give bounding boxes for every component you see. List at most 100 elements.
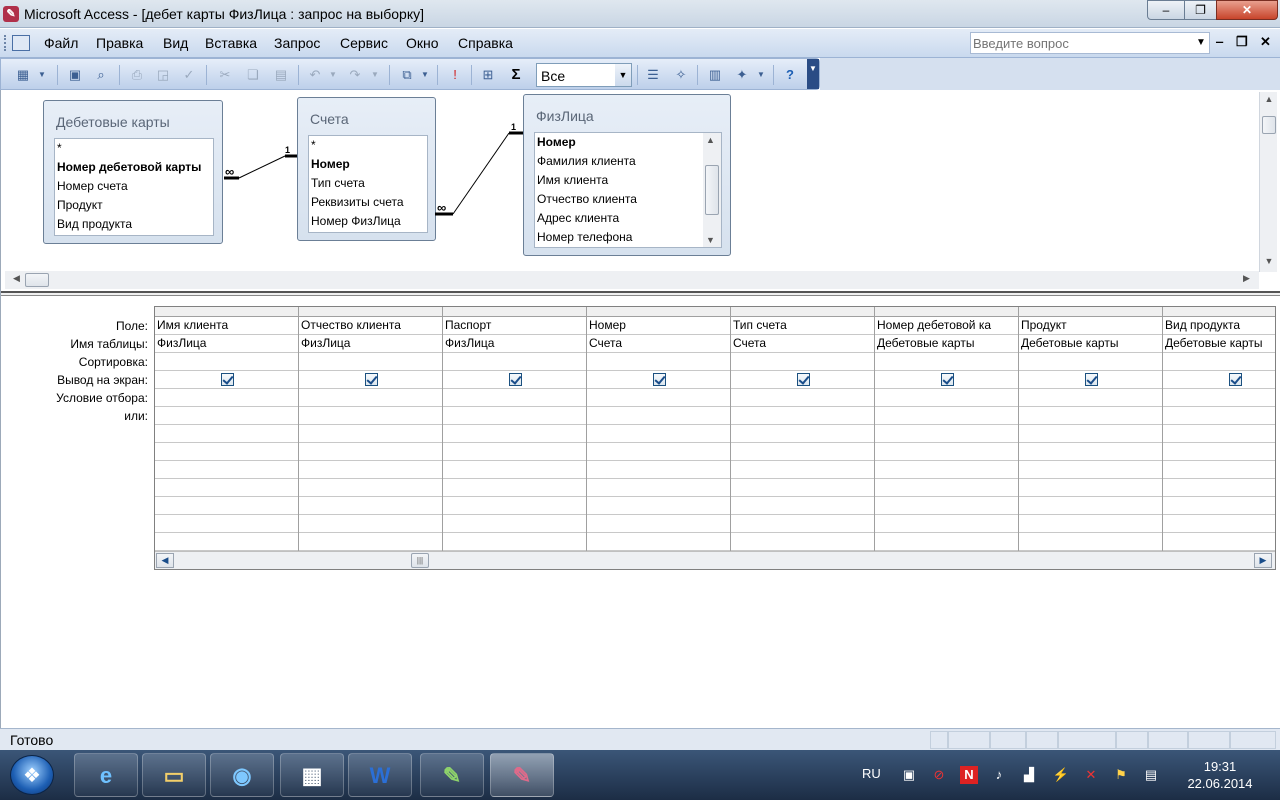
- run-query-icon[interactable]: !: [445, 65, 465, 85]
- sort-cell[interactable]: [731, 353, 874, 371]
- calendar-app-icon[interactable]: ▦: [280, 753, 344, 797]
- empty-criteria-cell[interactable]: [731, 443, 874, 461]
- field-cell[interactable]: Паспорт: [443, 317, 586, 335]
- show-checkbox[interactable]: [221, 373, 234, 386]
- access-taskbar-icon[interactable]: ✎: [490, 753, 554, 797]
- menu-file[interactable]: Файл: [44, 35, 78, 51]
- show-checkbox[interactable]: [653, 373, 666, 386]
- minimize-button[interactable]: ‒: [1147, 0, 1185, 20]
- file-explorer-icon[interactable]: ▭: [142, 753, 206, 797]
- word-icon[interactable]: W: [348, 753, 412, 797]
- empty-criteria-cell[interactable]: [443, 497, 586, 515]
- start-button[interactable]: ❖: [10, 755, 54, 795]
- action-center-icon[interactable]: ⚑: [1112, 766, 1130, 784]
- document-restore-button[interactable]: ❐: [1236, 34, 1248, 50]
- table-pane-vertical-scrollbar[interactable]: ▲ ▼: [1259, 92, 1277, 272]
- show-table-icon[interactable]: ⊞: [478, 65, 498, 85]
- tray-app-icon[interactable]: ▣: [900, 766, 918, 784]
- query-type-icon[interactable]: ⧉: [397, 65, 417, 85]
- or-criteria-cell[interactable]: [731, 407, 874, 425]
- notepad-icon[interactable]: ✎: [420, 753, 484, 797]
- help-question-input[interactable]: [973, 35, 1195, 51]
- field-cell[interactable]: Тип счета: [731, 317, 874, 335]
- column-selector[interactable]: [1019, 307, 1162, 317]
- menu-insert[interactable]: Вставка: [205, 35, 257, 51]
- scroll-left-arrow-icon[interactable]: ◀: [13, 273, 20, 284]
- access-app-icon[interactable]: ✎: [3, 6, 19, 22]
- print-preview-icon[interactable]: ◲: [153, 65, 173, 85]
- empty-criteria-cell[interactable]: [731, 461, 874, 479]
- empty-criteria-cell[interactable]: [875, 479, 1018, 497]
- scroll-up-arrow-icon[interactable]: ▲: [1260, 94, 1278, 108]
- column-selector[interactable]: [299, 307, 442, 317]
- pane-splitter[interactable]: [1, 291, 1280, 296]
- criteria-cell[interactable]: [875, 389, 1018, 407]
- field-cell[interactable]: Номер дебетовой ка: [875, 317, 1018, 335]
- document-window-icon[interactable]: [12, 35, 30, 51]
- table-cell[interactable]: ФизЛица: [155, 335, 298, 353]
- table-cell[interactable]: Дебетовые карты: [875, 335, 1018, 353]
- tray-n-icon[interactable]: N: [960, 766, 978, 784]
- sort-cell[interactable]: [155, 353, 298, 371]
- relationship-accounts-individuals[interactable]: ∞ 1: [435, 122, 523, 216]
- show-checkbox[interactable]: [1229, 373, 1242, 386]
- menu-edit[interactable]: Правка: [96, 35, 143, 51]
- new-object-dropdown-icon[interactable]: ▼: [755, 65, 767, 85]
- menu-help[interactable]: Справка: [458, 35, 513, 51]
- empty-criteria-cell[interactable]: [731, 479, 874, 497]
- new-object-icon[interactable]: ✦: [732, 65, 752, 85]
- empty-criteria-cell[interactable]: [587, 533, 730, 551]
- column-selector[interactable]: [875, 307, 1018, 317]
- scrollbar-thumb[interactable]: |||: [411, 553, 429, 568]
- empty-criteria-cell[interactable]: [443, 425, 586, 443]
- or-criteria-cell[interactable]: [875, 407, 1018, 425]
- view-datasheet-icon[interactable]: ▦: [13, 65, 33, 85]
- empty-criteria-cell[interactable]: [731, 497, 874, 515]
- tray-monitor-icon[interactable]: ▤: [1142, 766, 1160, 784]
- field-cell[interactable]: Имя клиента: [155, 317, 298, 335]
- sort-cell[interactable]: [299, 353, 442, 371]
- empty-criteria-cell[interactable]: [731, 425, 874, 443]
- volume-icon[interactable]: ♪: [990, 766, 1008, 784]
- file-search-icon[interactable]: ⌕: [91, 65, 111, 85]
- empty-criteria-cell[interactable]: [155, 533, 298, 551]
- relationship-debit-cards-accounts[interactable]: ∞ 1: [224, 145, 297, 180]
- properties-icon[interactable]: ☰: [643, 65, 663, 85]
- maximize-button[interactable]: ❐: [1184, 0, 1217, 20]
- empty-criteria-cell[interactable]: [1019, 461, 1162, 479]
- show-checkbox[interactable]: [1085, 373, 1098, 386]
- field-cell[interactable]: Вид продукта: [1163, 317, 1275, 335]
- sort-cell[interactable]: [875, 353, 1018, 371]
- chevron-down-icon[interactable]: ▼: [1193, 33, 1209, 53]
- empty-criteria-cell[interactable]: [875, 515, 1018, 533]
- media-player-icon[interactable]: ◉: [210, 753, 274, 797]
- empty-criteria-cell[interactable]: [1163, 461, 1275, 479]
- chevron-down-icon[interactable]: ▼: [615, 64, 631, 86]
- scroll-down-arrow-icon[interactable]: ▼: [1260, 256, 1278, 270]
- column-selector[interactable]: [731, 307, 874, 317]
- show-checkbox[interactable]: [509, 373, 522, 386]
- column-selector[interactable]: [1163, 307, 1275, 317]
- menu-window[interactable]: Окно: [406, 35, 439, 51]
- empty-criteria-cell[interactable]: [875, 443, 1018, 461]
- criteria-cell[interactable]: [155, 389, 298, 407]
- help-question-box[interactable]: ▼: [970, 32, 1210, 54]
- empty-criteria-cell[interactable]: [155, 443, 298, 461]
- print-icon[interactable]: ⎙: [127, 65, 147, 85]
- show-checkbox[interactable]: [365, 373, 378, 386]
- empty-criteria-cell[interactable]: [155, 497, 298, 515]
- table-cell[interactable]: ФизЛица: [299, 335, 442, 353]
- close-button[interactable]: ✕: [1216, 0, 1278, 20]
- empty-criteria-cell[interactable]: [443, 515, 586, 533]
- or-criteria-cell[interactable]: [1163, 407, 1275, 425]
- field-cell[interactable]: Отчество клиента: [299, 317, 442, 335]
- empty-criteria-cell[interactable]: [1163, 515, 1275, 533]
- empty-criteria-cell[interactable]: [299, 533, 442, 551]
- empty-criteria-cell[interactable]: [875, 533, 1018, 551]
- empty-criteria-cell[interactable]: [875, 461, 1018, 479]
- undo-icon[interactable]: ↶: [305, 65, 325, 85]
- show-checkbox[interactable]: [941, 373, 954, 386]
- empty-criteria-cell[interactable]: [731, 515, 874, 533]
- save-icon[interactable]: ▣: [65, 65, 85, 85]
- table-pane-horizontal-scrollbar[interactable]: ◀ ▶: [5, 271, 1259, 289]
